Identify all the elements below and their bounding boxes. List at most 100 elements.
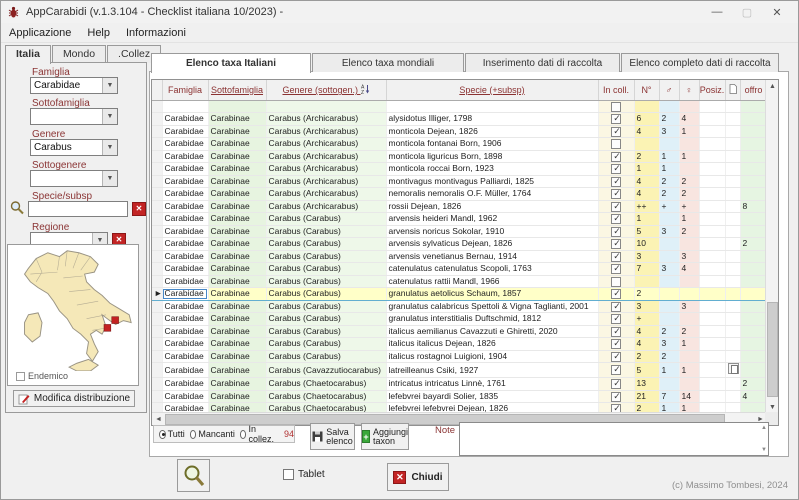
sottogenere-select[interactable]: ▼: [30, 170, 118, 187]
maximize-button[interactable]: ▢: [732, 1, 762, 23]
tab-inserimento-dati[interactable]: Inserimento dati di raccolta: [465, 53, 620, 72]
in-collection-checkbox[interactable]: [611, 327, 621, 337]
clear-specie-button red-x-icon[interactable]: ✕: [132, 202, 146, 216]
in-collection-checkbox[interactable]: [611, 302, 621, 312]
in-collection-checkbox[interactable]: [611, 114, 621, 124]
table-row[interactable]: CarabidaeCarabinaeCarabus (Chaetocarabus…: [152, 390, 767, 403]
row-selector[interactable]: [152, 188, 162, 201]
in-collection-checkbox[interactable]: [611, 277, 621, 287]
in-collection-checkbox[interactable]: [611, 264, 621, 274]
row-selector[interactable]: [152, 225, 162, 238]
table-row[interactable]: CarabidaeCarabinaeCarabus (Carabus)itali…: [152, 338, 767, 351]
header-doc document-icon[interactable]: [725, 80, 740, 100]
row-selector[interactable]: [152, 350, 162, 363]
table-row[interactable]: CarabidaeCarabinaeCarabus (Archicarabus)…: [152, 113, 767, 126]
radio-in-collez[interactable]: [240, 430, 247, 439]
row-selector[interactable]: [152, 125, 162, 138]
row-selector[interactable]: ►: [152, 288, 162, 301]
in-collection-checkbox[interactable]: [611, 152, 621, 162]
row-selector[interactable]: [152, 238, 162, 251]
in-collection-checkbox[interactable]: [611, 139, 621, 149]
table-row[interactable]: CarabidaeCarabinaeCarabus (Cavazzutiocar…: [152, 363, 767, 378]
in-collection-checkbox[interactable]: [611, 164, 621, 174]
table-row[interactable]: [152, 100, 767, 113]
in-collection-checkbox[interactable]: [611, 227, 621, 237]
document-icon[interactable]: [728, 363, 739, 374]
chevron-down-icon[interactable]: ▼: [102, 78, 117, 93]
endemico-checkbox[interactable]: [16, 372, 25, 381]
in-collection-checkbox[interactable]: [611, 339, 621, 349]
row-selector[interactable]: [152, 325, 162, 338]
menu-help[interactable]: Help: [79, 25, 118, 41]
header-genere[interactable]: Genere (sottogen.) AZ: [266, 80, 386, 100]
genere-select[interactable]: Carabus▼: [30, 139, 118, 156]
in-collection-checkbox[interactable]: [611, 202, 621, 212]
table-row[interactable]: CarabidaeCarabinaeCarabus (Carabus)arven…: [152, 238, 767, 251]
row-selector[interactable]: [152, 275, 162, 288]
row-selector[interactable]: [152, 263, 162, 276]
row-selector[interactable]: [152, 363, 162, 378]
row-selector[interactable]: [152, 378, 162, 391]
table-row[interactable]: CarabidaeCarabinaeCarabus (Archicarabus)…: [152, 150, 767, 163]
tab-italia[interactable]: Italia: [5, 45, 51, 64]
close-button[interactable]: ✕: [762, 1, 792, 23]
specie-input[interactable]: [28, 201, 128, 217]
chevron-down-icon[interactable]: ▼: [102, 140, 117, 155]
row-selector[interactable]: [152, 250, 162, 263]
table-row[interactable]: CarabidaeCarabinaeCarabus (Archicarabus)…: [152, 175, 767, 188]
table-row[interactable]: CarabidaeCarabinaeCarabus (Carabus)granu…: [152, 313, 767, 326]
header-specie[interactable]: Specie (+subsp): [386, 80, 598, 100]
header-numero[interactable]: N°: [634, 80, 659, 100]
table-row[interactable]: CarabidaeCarabinaeCarabus (Carabus)arven…: [152, 225, 767, 238]
in-collection-checkbox[interactable]: [611, 392, 621, 402]
radio-mancanti[interactable]: [190, 430, 197, 439]
table-row[interactable]: CarabidaeCarabinaeCarabus (Carabus)caten…: [152, 275, 767, 288]
in-collection-checkbox[interactable]: [611, 127, 621, 137]
tab-mondo[interactable]: Mondo: [52, 45, 106, 63]
row-selector[interactable]: [152, 138, 162, 151]
note-scroll-up-icon[interactable]: ▲: [761, 425, 767, 431]
row-selector[interactable]: [152, 163, 162, 176]
header-offro[interactable]: offro: [740, 80, 767, 100]
vertical-scroll-thumb[interactable]: [767, 302, 778, 397]
row-selector[interactable]: [152, 100, 162, 113]
row-selector[interactable]: [152, 338, 162, 351]
row-selector[interactable]: [152, 200, 162, 213]
aggiungi-taxon-button[interactable]: + Aggiungitaxon: [361, 423, 409, 450]
in-collection-checkbox[interactable]: [611, 352, 621, 362]
table-row[interactable]: CarabidaeCarabinaeCarabus (Carabus)itali…: [152, 325, 767, 338]
table-row[interactable]: CarabidaeCarabinaeCarabus (Carabus)caten…: [152, 263, 767, 276]
tablet-checkbox[interactable]: [283, 469, 294, 480]
salva-elenco-button[interactable]: Salvaelenco: [310, 423, 355, 450]
menu-informazioni[interactable]: Informazioni: [118, 25, 194, 41]
in-collection-checkbox[interactable]: [611, 102, 621, 112]
row-selector[interactable]: [152, 300, 162, 313]
in-collection-checkbox[interactable]: [611, 314, 621, 324]
header-sottofamiglia[interactable]: Sottofamiglia: [208, 80, 266, 100]
in-collection-checkbox[interactable]: [611, 379, 621, 389]
tab-elenco-taxa-mondiali[interactable]: Elenco taxa mondiali: [312, 53, 464, 72]
chevron-down-icon[interactable]: ▼: [102, 109, 117, 124]
table-row[interactable]: CarabidaeCarabinaeCarabus (Carabus)granu…: [152, 300, 767, 313]
in-collection-checkbox[interactable]: [611, 289, 621, 299]
row-selector[interactable]: [152, 113, 162, 126]
tab-elenco-taxa-italiani[interactable]: Elenco taxa Italiani: [151, 53, 311, 73]
chevron-down-icon[interactable]: ▼: [102, 171, 117, 186]
row-selector[interactable]: [152, 150, 162, 163]
tab-elenco-completo-dati[interactable]: Elenco completo dati di raccolta: [621, 53, 779, 72]
row-selector[interactable]: [152, 213, 162, 226]
row-selector[interactable]: [152, 175, 162, 188]
in-collection-checkbox[interactable]: [611, 214, 621, 224]
table-row[interactable]: ►CarabidaeCarabinaeCarabus (Carabus)gran…: [152, 288, 767, 301]
table-row[interactable]: CarabidaeCarabinaeCarabus (Chaetocarabus…: [152, 378, 767, 391]
header-female female-icon[interactable]: ♀: [679, 80, 699, 100]
header-in-coll[interactable]: In coll.: [598, 80, 634, 100]
italy-map[interactable]: Endemico: [7, 244, 139, 386]
table-row[interactable]: CarabidaeCarabinaeCarabus (Carabus)itali…: [152, 350, 767, 363]
vertical-scrollbar[interactable]: ▲ ▼: [765, 80, 778, 414]
table-row[interactable]: CarabidaeCarabinaeCarabus (Archicarabus)…: [152, 200, 767, 213]
row-selector[interactable]: [152, 313, 162, 326]
chiudi-button[interactable]: ✕ Chiudi: [387, 463, 449, 491]
in-collection-checkbox[interactable]: [611, 177, 621, 187]
table-row[interactable]: CarabidaeCarabinaeCarabus (Archicarabus)…: [152, 188, 767, 201]
